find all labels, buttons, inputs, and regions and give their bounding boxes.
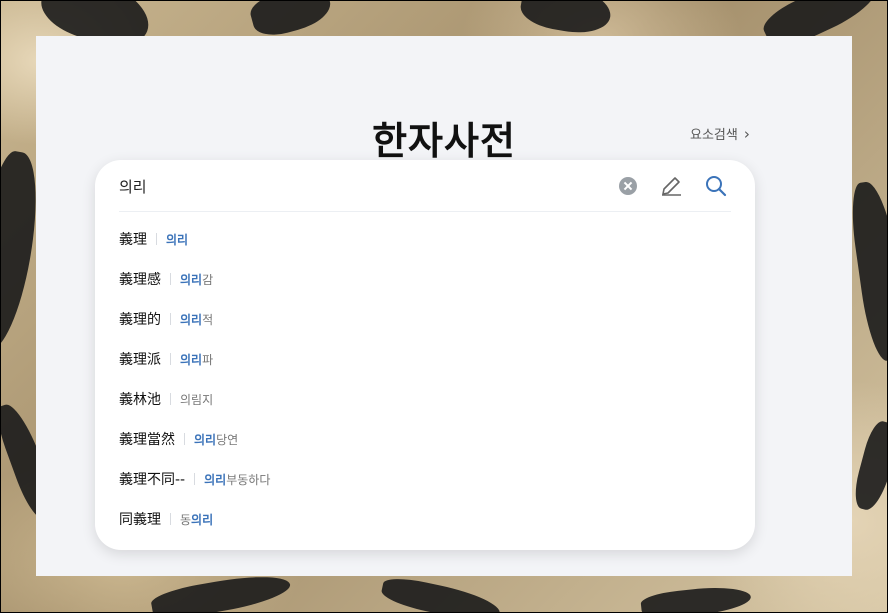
reading-text: 의리부동하다 bbox=[204, 472, 271, 487]
search-icon[interactable] bbox=[704, 174, 728, 198]
reading-text: 의리당연 bbox=[194, 432, 239, 447]
search-bar bbox=[119, 160, 731, 212]
hanja-text: 義理不同-- bbox=[119, 472, 186, 488]
hanja-text: 義理派 bbox=[119, 352, 161, 368]
clear-icon[interactable] bbox=[619, 177, 637, 195]
hanja-text: 義理感 bbox=[119, 272, 161, 288]
list-item[interactable]: 義理感 의리감 bbox=[95, 259, 755, 299]
divider bbox=[156, 233, 157, 245]
suggestion-list: 義理 의리 義理感 의리감 義理的 의리적 義理派 의리파 義林池 의림지 義理當然 의리당… bbox=[95, 219, 755, 539]
hanja-text: 義林池 bbox=[119, 392, 161, 408]
divider bbox=[170, 353, 171, 365]
list-item[interactable]: 義林池 의림지 bbox=[95, 379, 755, 419]
divider bbox=[170, 513, 171, 525]
list-item[interactable]: 義理派 의리파 bbox=[95, 339, 755, 379]
divider bbox=[170, 273, 171, 285]
element-search-link[interactable]: 요소검색 › bbox=[690, 124, 750, 144]
divider bbox=[184, 433, 185, 445]
divider bbox=[194, 473, 196, 485]
list-item[interactable]: 同義理 동의리 bbox=[95, 499, 755, 539]
chevron-right-icon: › bbox=[743, 124, 750, 143]
divider bbox=[170, 393, 171, 405]
hanja-text: 義理當然 bbox=[119, 432, 175, 448]
reading-text: 의리 bbox=[166, 232, 189, 247]
handwriting-pen-icon[interactable] bbox=[659, 174, 683, 198]
search-input[interactable] bbox=[119, 174, 599, 198]
reading-text: 의리파 bbox=[180, 352, 214, 367]
list-item[interactable]: 義理不同-- 의리부동하다 bbox=[95, 459, 755, 499]
list-item[interactable]: 義理當然 의리당연 bbox=[95, 419, 755, 459]
reading-text: 의림지 bbox=[180, 392, 214, 407]
reading-text: 의리감 bbox=[180, 272, 214, 287]
hanja-text: 義理 bbox=[119, 232, 147, 248]
hanja-text: 同義理 bbox=[119, 512, 161, 528]
reading-text: 동의리 bbox=[180, 512, 214, 527]
element-search-label: 요소검색 bbox=[690, 128, 738, 143]
hanja-text: 義理的 bbox=[119, 312, 161, 328]
divider bbox=[170, 313, 171, 325]
list-item[interactable]: 義理 의리 bbox=[95, 219, 755, 259]
list-item[interactable]: 義理的 의리적 bbox=[95, 299, 755, 339]
reading-text: 의리적 bbox=[180, 312, 214, 327]
search-card: 義理 의리 義理感 의리감 義理的 의리적 義理派 의리파 義林池 의림지 義理當然 의리당… bbox=[95, 160, 755, 550]
